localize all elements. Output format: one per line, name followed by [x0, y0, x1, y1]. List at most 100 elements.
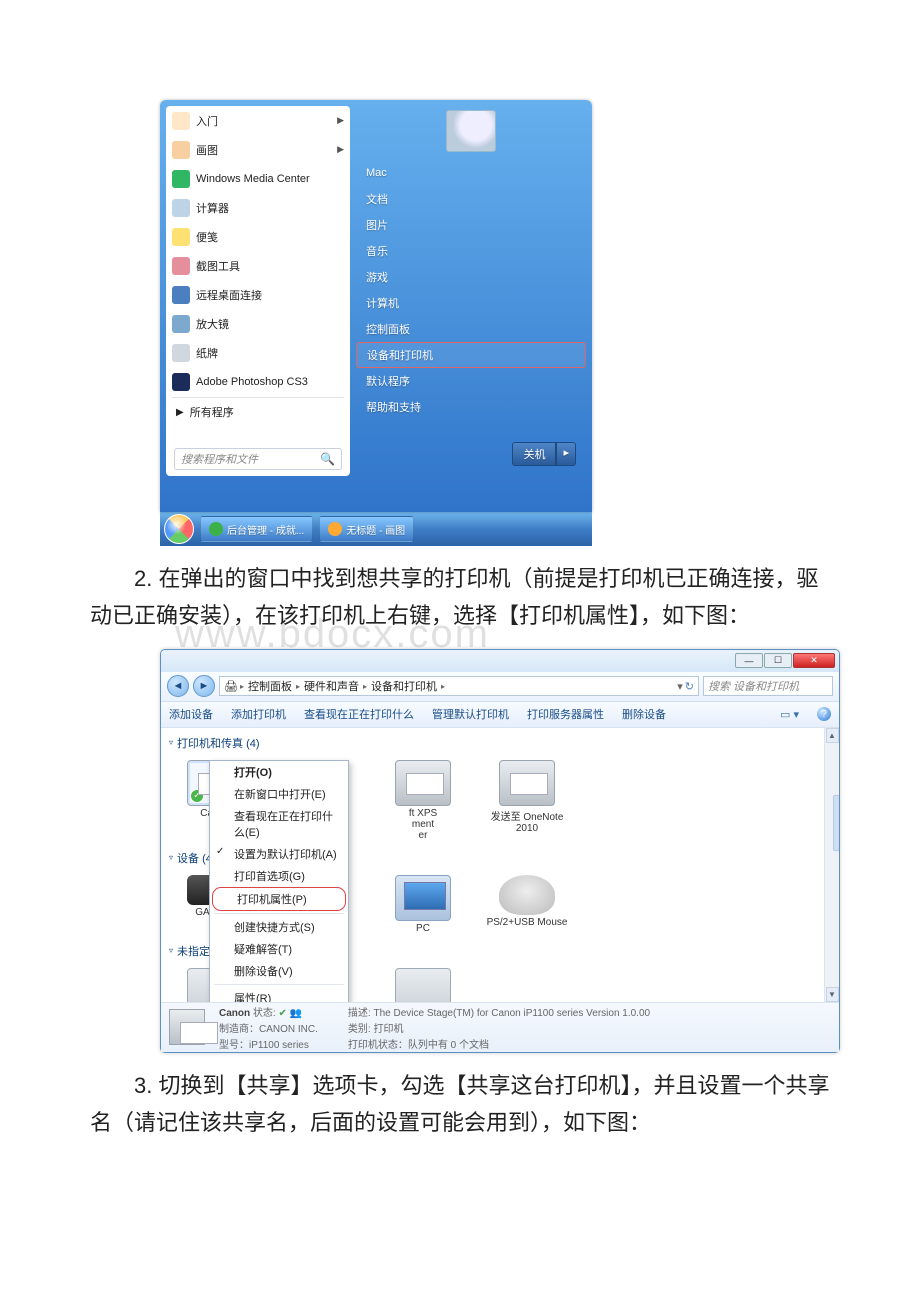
- app-icon: [172, 199, 190, 217]
- taskbar-item[interactable]: 无标题 - 画图: [319, 516, 414, 542]
- search-icon: 🔍: [320, 452, 335, 466]
- start-menu-right-item[interactable]: 计算机: [356, 290, 586, 316]
- start-menu-item[interactable]: 便笺: [166, 222, 350, 251]
- start-menu-item[interactable]: 画图 ▶: [166, 135, 350, 164]
- minimize-button[interactable]: —: [735, 653, 763, 668]
- devices-and-printers-window: — ☐ ✕ ◄ ► 🖨 ▸ 控制面板▸ 硬件和声音▸ 设备和打印机▸ ▾ ↻ 搜…: [160, 649, 840, 1053]
- start-menu: 入门 ▶ 画图 ▶ Windows Media Center 计算器 便笺 截图…: [160, 100, 592, 512]
- refresh-icon[interactable]: ↻: [685, 680, 694, 693]
- search-input[interactable]: 搜索程序和文件 🔍: [174, 448, 342, 470]
- context-menu-item[interactable]: 打印机属性(P): [212, 887, 346, 911]
- app-icon: [172, 286, 190, 304]
- start-menu-right-item[interactable]: 设备和打印机: [356, 342, 586, 368]
- device-pc[interactable]: PC: [381, 875, 465, 934]
- start-menu-item[interactable]: 放大镜: [166, 309, 350, 338]
- chevron-right-icon: ▶: [337, 115, 344, 126]
- chevron-right-icon: ▶: [337, 144, 344, 155]
- start-menu-right-item[interactable]: 默认程序: [356, 368, 586, 394]
- details-pane: Canon 状态: ✔ 👥 制造商：CANON INC. 型号：iP1100 s…: [161, 1002, 839, 1052]
- default-check-icon: ✓: [190, 789, 204, 803]
- context-menu-item[interactable]: 创建快捷方式(S): [210, 916, 348, 938]
- shutdown-arrow-icon[interactable]: ▸: [556, 442, 576, 466]
- device-icon: [395, 968, 451, 1002]
- user-picture[interactable]: [446, 110, 496, 152]
- cmd-add-device[interactable]: 添加设备: [169, 706, 213, 722]
- context-menu-item[interactable]: 打开(O): [210, 761, 348, 783]
- cmd-server-props[interactable]: 打印服务器属性: [527, 706, 604, 722]
- group-printers[interactable]: ▿ 打印机和传真 (4): [167, 732, 818, 754]
- step-3-text: 3. 切换到【共享】选项卡，勾选【共享这台打印机】，并且设置一个共享名（请记住该…: [90, 1067, 830, 1142]
- cmd-manage-default[interactable]: 管理默认打印机: [432, 706, 509, 722]
- start-menu-right-item[interactable]: 游戏: [356, 264, 586, 290]
- start-menu-right-item[interactable]: 图片: [356, 212, 586, 238]
- start-menu-item[interactable]: 截图工具: [166, 251, 350, 280]
- context-menu-item[interactable]: 打印首选项(G): [210, 865, 348, 887]
- scroll-down-icon[interactable]: ▼: [826, 987, 839, 1002]
- context-menu-item[interactable]: 属性(R): [210, 987, 348, 1002]
- printer-icon: [395, 760, 451, 806]
- start-menu-right-item[interactable]: 帮助和支持: [356, 394, 586, 420]
- context-menu-item[interactable]: 查看现在正在打印什么(E): [210, 805, 348, 843]
- printer-onenote[interactable]: 发送至 OneNote 2010: [485, 760, 569, 841]
- share-icon: 👥: [290, 1008, 302, 1019]
- start-menu-item[interactable]: Adobe Photoshop CS3: [166, 367, 350, 396]
- cmd-view-queue[interactable]: 查看现在正在打印什么: [304, 706, 414, 722]
- app-icon: [172, 170, 190, 188]
- printer-icon: [169, 1009, 205, 1045]
- app-icon: [172, 373, 190, 391]
- start-menu-item[interactable]: 远程桌面连接: [166, 280, 350, 309]
- start-menu-item[interactable]: 计算器: [166, 193, 350, 222]
- forward-button[interactable]: ►: [193, 675, 215, 697]
- all-programs[interactable]: ▶ 所有程序: [166, 399, 350, 425]
- start-menu-right-item[interactable]: 音乐: [356, 238, 586, 264]
- taskbar-item[interactable]: 后台管理 - 成就...: [200, 516, 313, 542]
- shutdown-button[interactable]: 关机 ▸: [512, 442, 576, 466]
- maximize-button[interactable]: ☐: [764, 653, 792, 668]
- cmd-remove[interactable]: 删除设备: [622, 706, 666, 722]
- start-button[interactable]: [164, 514, 194, 544]
- start-menu-item[interactable]: 入门 ▶: [166, 106, 350, 135]
- start-menu-left-pane: 入门 ▶ 画图 ▶ Windows Media Center 计算器 便笺 截图…: [166, 106, 350, 476]
- breadcrumb[interactable]: 🖨 ▸ 控制面板▸ 硬件和声音▸ 设备和打印机▸ ▾ ↻: [219, 676, 699, 696]
- content-pane: ▿ 打印机和传真 (4) ✓ Canon ft XPS ment er: [161, 728, 824, 1002]
- context-menu-item[interactable]: 疑难解答(T): [210, 938, 348, 960]
- scroll-thumb[interactable]: [833, 795, 839, 851]
- start-menu-right-pane: Mac文档图片音乐游戏计算机控制面板设备和打印机默认程序帮助和支持 关机 ▸: [356, 106, 586, 476]
- printer-xps[interactable]: ft XPS ment er: [381, 760, 465, 841]
- context-menu-item[interactable]: 删除设备(V): [210, 960, 348, 982]
- close-button[interactable]: ✕: [793, 653, 835, 668]
- view-mode-button[interactable]: ▭ ▾: [780, 708, 799, 721]
- nav-bar: ◄ ► 🖨 ▸ 控制面板▸ 硬件和声音▸ 设备和打印机▸ ▾ ↻ 搜索 设备和打…: [161, 672, 839, 702]
- help-icon[interactable]: ?: [817, 707, 831, 721]
- status-icon: ✔: [278, 1008, 286, 1019]
- app-icon: [172, 141, 190, 159]
- start-menu-right-item[interactable]: 文档: [356, 186, 586, 212]
- app-icon: [172, 344, 190, 362]
- app-icon: [209, 522, 223, 536]
- device-mouse[interactable]: PS/2+USB Mouse: [485, 875, 569, 934]
- start-menu-right-item[interactable]: 控制面板: [356, 316, 586, 342]
- start-menu-right-item[interactable]: Mac: [356, 160, 586, 186]
- start-menu-item[interactable]: 纸牌: [166, 338, 350, 367]
- breadcrumb-icon: 🖨: [224, 680, 238, 693]
- app-icon: [172, 112, 190, 130]
- window-titlebar: — ☐ ✕: [161, 650, 839, 672]
- device-unspecified[interactable]: [381, 968, 465, 1002]
- context-menu-item[interactable]: 设置为默认打印机(A): [210, 843, 348, 865]
- back-button[interactable]: ◄: [167, 675, 189, 697]
- printer-icon: [499, 760, 555, 806]
- app-icon: [172, 228, 190, 246]
- app-icon: [328, 522, 342, 536]
- start-menu-item[interactable]: Windows Media Center: [166, 164, 350, 193]
- taskbar: 后台管理 - 成就...无标题 - 画图: [160, 512, 592, 546]
- scrollbar-vertical[interactable]: ▲ ▼: [824, 728, 839, 1002]
- scroll-up-icon[interactable]: ▲: [826, 728, 839, 743]
- play-icon: ▶: [176, 407, 184, 418]
- context-menu: 打开(O)在新窗口中打开(E)查看现在正在打印什么(E)设置为默认打印机(A)打…: [209, 760, 349, 1002]
- search-input[interactable]: 搜索 设备和打印机: [703, 676, 833, 696]
- context-menu-item[interactable]: 在新窗口中打开(E): [210, 783, 348, 805]
- step-2-text: 2. 在弹出的窗口中找到想共享的打印机（前提是打印机已正确连接，驱动已正确安装）…: [90, 560, 830, 635]
- command-bar: 添加设备 添加打印机 查看现在正在打印什么 管理默认打印机 打印服务器属性 删除…: [161, 702, 839, 728]
- app-icon: [172, 315, 190, 333]
- cmd-add-printer[interactable]: 添加打印机: [231, 706, 286, 722]
